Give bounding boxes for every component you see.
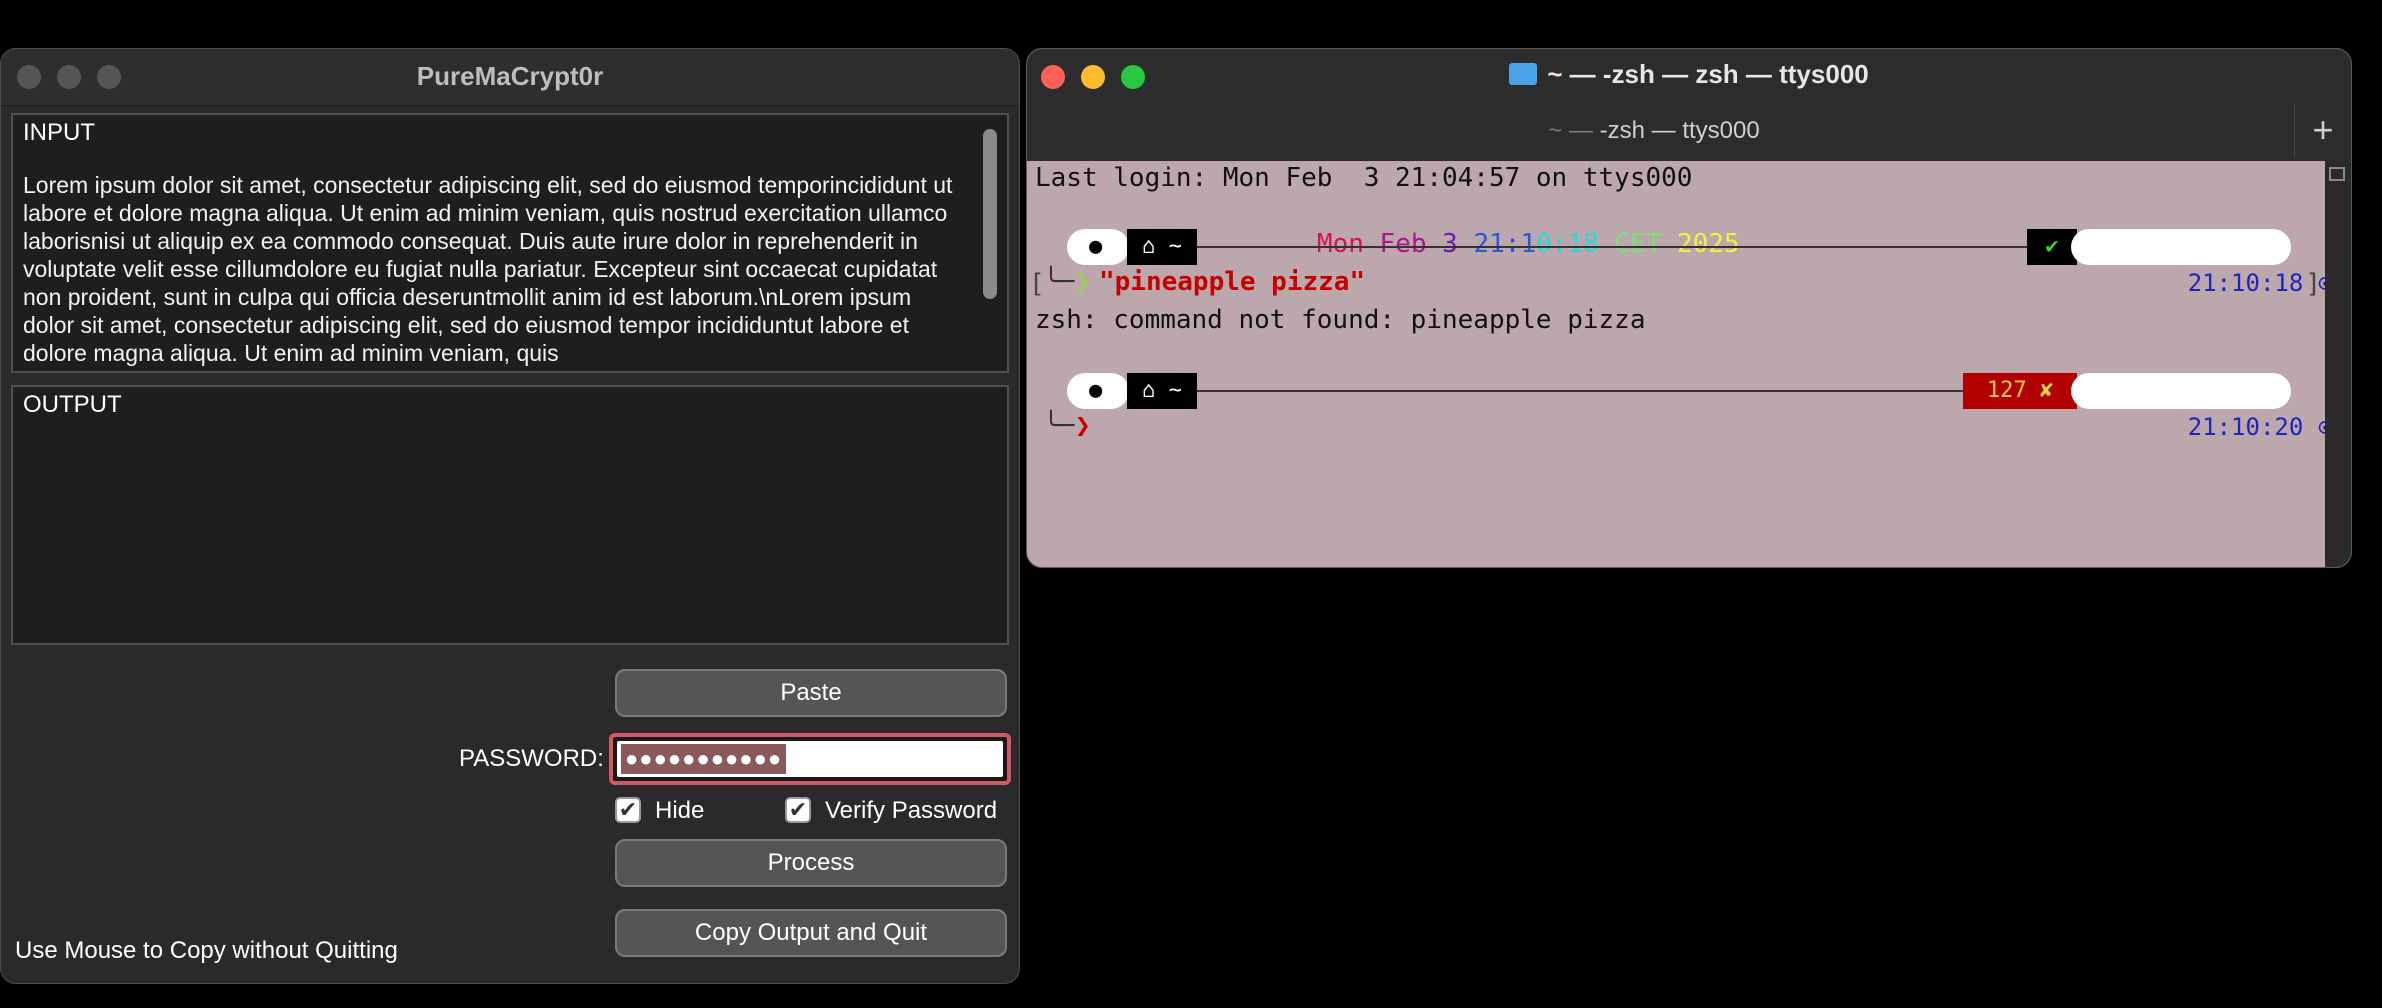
date-tz: CET — [1614, 229, 1662, 259]
terminal-tab[interactable]: ~ — -zsh — ttys000 — [1027, 117, 2281, 145]
prompt2-time: 21:10:20 — [2187, 413, 2304, 441]
date-day: Mon — [1316, 229, 1364, 259]
prompt2-status: 127 ✘ — [1963, 373, 2077, 409]
error-line: zsh: command not found: pineapple pizza — [1035, 305, 1646, 335]
new-tab-button[interactable]: + — [2294, 105, 2351, 157]
left-titlebar[interactable]: PureMaCrypt0r — [1, 49, 1019, 106]
date-month: Feb — [1379, 229, 1427, 259]
last-login-line: Last login: Mon Feb 3 21:04:57 on ttys00… — [1035, 163, 1693, 193]
input-text[interactable]: Lorem ipsum dolor sit amet, consectetur … — [23, 171, 967, 371]
output-text[interactable] — [23, 443, 967, 643]
prompt1-home: ~ — [1168, 234, 1182, 259]
tab-label: -zsh — ttys000 — [1599, 117, 1760, 144]
error-x-icon: ✘ — [2039, 378, 2054, 403]
terminal-window: ~ — -zsh — zsh — ttys000 ~ — -zsh — ttys… — [1026, 48, 2352, 568]
prompt1-time-segment: 21:10:18 ⊙ — [2071, 229, 2332, 297]
window-title: PureMaCrypt0r — [416, 61, 604, 91]
prompt1-apple-segment: ● — [1067, 229, 1129, 265]
date-time-a: 21:1 — [1473, 229, 1537, 259]
prompt2-home: ~ — [1168, 378, 1182, 403]
input-scrollbar[interactable] — [983, 119, 1003, 367]
prompt1-home-segment: ⌂ ~ — [1127, 229, 1197, 265]
date-dom: 3 — [1442, 229, 1458, 259]
password-label: PASSWORD: — [459, 745, 604, 772]
terminal-content[interactable]: Last login: Mon Feb 3 21:04:57 on ttys00… — [1027, 161, 2351, 567]
prompt1-chevron: ❯ — [1075, 267, 1091, 297]
password-field[interactable]: ●●●●●●●●●●● — [609, 733, 1011, 785]
prompt1-rule — [1187, 246, 2047, 248]
prompt2-time-segment: 21:10:20 ⊙ — [2071, 373, 2332, 441]
terminal-title-text: ~ — -zsh — zsh — ttys000 — [1547, 59, 1869, 89]
password-input[interactable]: ●●●●●●●●●●● — [617, 741, 1003, 777]
hide-checkbox[interactable]: ✔ — [615, 797, 641, 823]
hide-label[interactable]: Hide — [655, 797, 704, 825]
input-label: INPUT — [23, 119, 95, 146]
verify-password-label[interactable]: Verify Password — [825, 797, 997, 825]
copy-output-and-quit-button[interactable]: Copy Output and Quit — [615, 909, 1007, 957]
scroll-marker-icon[interactable] — [2329, 167, 2345, 181]
prompt2-home-segment: ⌂ ~ — [1127, 373, 1197, 409]
prompt1-command: "pineapple pizza" — [1099, 267, 1366, 297]
prompt1-connector: ╰─ — [1043, 267, 1075, 297]
input-scrollbar-thumb[interactable] — [983, 129, 997, 299]
output-textarea[interactable]: OUTPUT — [11, 385, 1009, 645]
home-icon: ⌂ — [1142, 234, 1156, 259]
prompt1-time: 21:10:18 — [2187, 269, 2304, 297]
paste-button[interactable]: Paste — [615, 669, 1007, 717]
tab-dim-prefix: ~ — — [1548, 117, 1593, 144]
date-year: 2025 — [1677, 229, 1740, 259]
prompt1-status: ✔ — [2027, 229, 2077, 265]
terminal-title: ~ — -zsh — zsh — ttys000 — [1027, 59, 2351, 90]
date-time-b: 0:18 — [1536, 229, 1599, 259]
prompt2-status-code: 127 — [1986, 378, 2027, 403]
terminal-titlebar[interactable]: ~ — -zsh — zsh — ttys000 ~ — -zsh — ttys… — [1027, 49, 2351, 161]
terminal-scrollbar[interactable] — [2325, 161, 2351, 567]
apple-icon: ● — [1089, 234, 1103, 259]
apple-icon: ● — [1089, 378, 1103, 403]
folder-icon — [1509, 63, 1538, 86]
home-icon: ⌂ — [1142, 378, 1156, 403]
puremacryptor-window: PureMaCrypt0r INPUT Lorem ipsum dolor si… — [0, 48, 1020, 984]
right-bracket: ] — [2305, 269, 2321, 299]
password-mask: ●●●●●●●●●●● — [621, 744, 787, 774]
prompt2-apple-segment: ● — [1067, 373, 1129, 409]
prompt2-rule — [1187, 390, 2007, 392]
input-textarea[interactable]: INPUT Lorem ipsum dolor sit amet, consec… — [11, 113, 1009, 373]
output-label: OUTPUT — [23, 391, 122, 418]
process-button[interactable]: Process — [615, 839, 1007, 887]
verify-password-checkbox[interactable]: ✔ — [785, 797, 811, 823]
prompt2-chevron: ❯ — [1075, 411, 1091, 441]
footer-note: Use Mouse to Copy without Quitting — [15, 937, 398, 964]
prompt2-connector: ╰─ — [1043, 411, 1075, 441]
